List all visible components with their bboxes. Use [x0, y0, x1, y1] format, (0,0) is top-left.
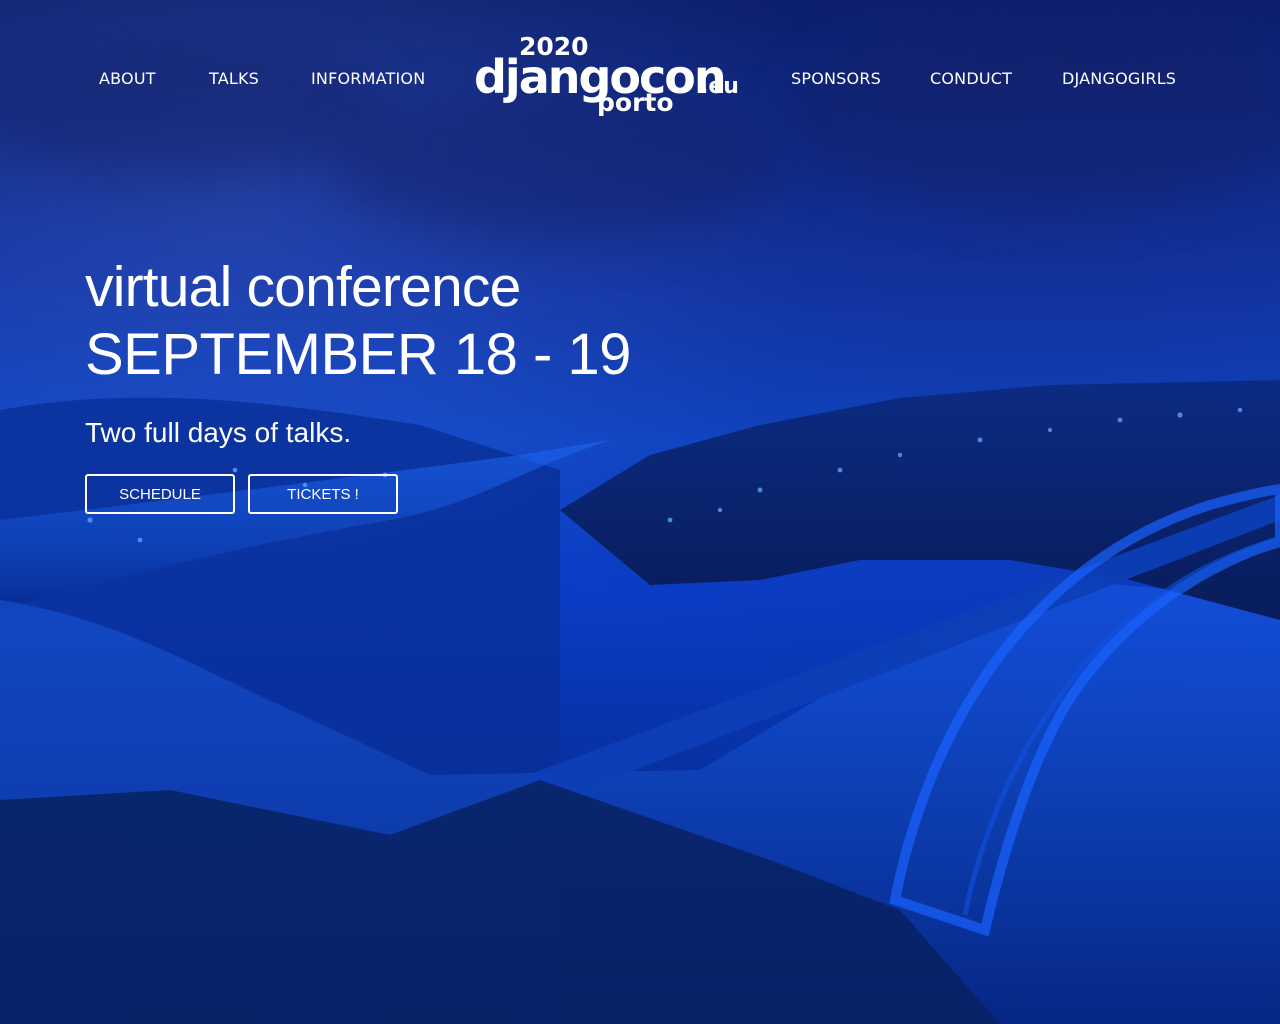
logo-suffix: .eu — [700, 74, 739, 99]
hero-copy: virtual conference SEPTEMBER 18 - 19 Two… — [85, 255, 645, 449]
hero-virtual-conference: virtual conference — [85, 255, 521, 319]
nav-djangogirls[interactable]: DJANGOGIRLS — [1062, 69, 1176, 88]
nav-information[interactable]: INFORMATION — [311, 69, 425, 88]
schedule-button[interactable]: SCHEDULE — [85, 474, 235, 514]
hero-actions: SCHEDULE TICKETS ! — [85, 474, 398, 514]
hero-date: SEPTEMBER 18 - 19 — [85, 321, 631, 387]
nav-sponsors[interactable]: SPONSORS — [791, 69, 881, 88]
top-navigation: ABOUT TALKS INFORMATION 2020 djangocon .… — [0, 18, 1280, 115]
hero-subtitle: Two full days of talks. — [85, 416, 352, 448]
djangocon-logo[interactable]: 2020 djangocon .eu porto — [474, 32, 744, 122]
nav-conduct[interactable]: CONDUCT — [930, 69, 1012, 88]
hero-background: ABOUT TALKS INFORMATION 2020 djangocon .… — [0, 0, 1280, 1024]
tickets-button[interactable]: TICKETS ! — [248, 474, 398, 514]
nav-talks[interactable]: TALKS — [209, 69, 259, 88]
nav-about[interactable]: ABOUT — [99, 69, 156, 88]
logo-city: porto — [597, 88, 674, 117]
